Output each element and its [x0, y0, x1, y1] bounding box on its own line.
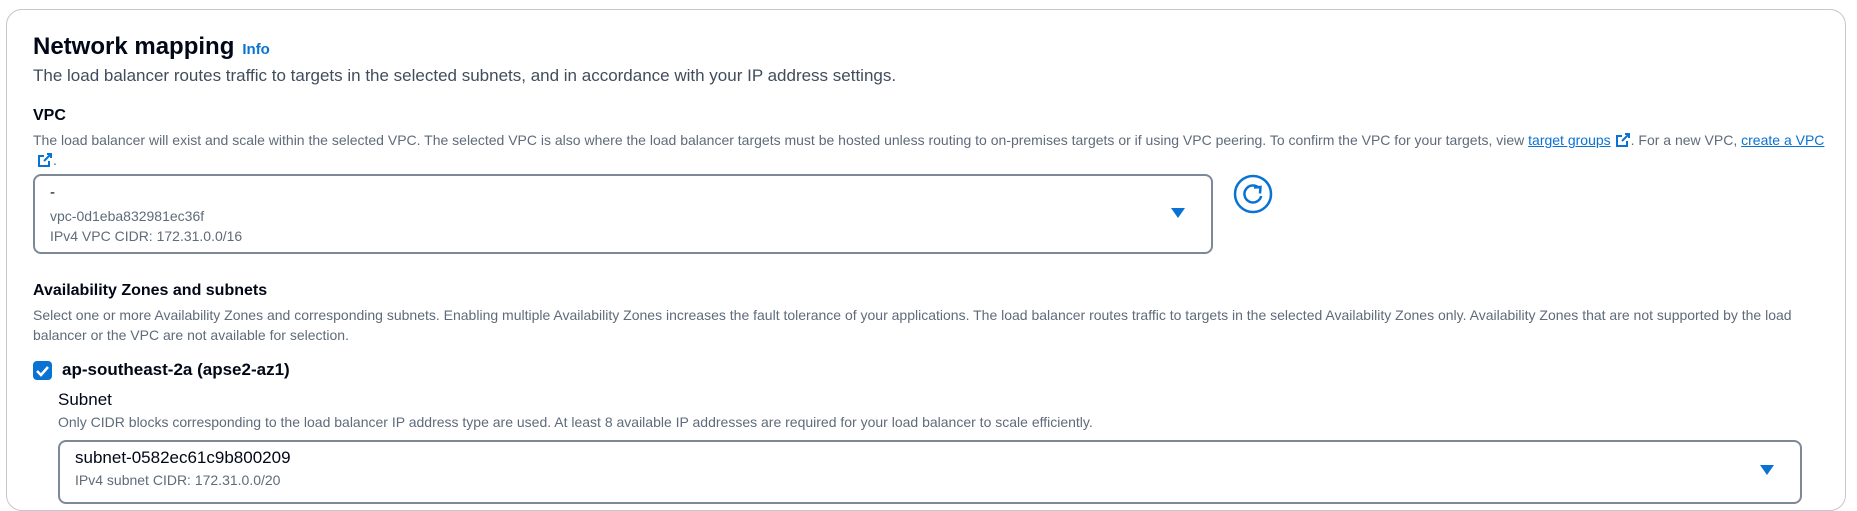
section-description: The load balancer routes traffic to targ… — [33, 66, 897, 85]
az-description: Select one or more Availability Zones an… — [33, 307, 1792, 343]
subnet-id: subnet-0582ec61c9b800209 — [75, 448, 291, 467]
external-link-icon — [38, 153, 52, 167]
subnet-cidr: IPv4 subnet CIDR: 172.31.0.0/20 — [75, 472, 281, 488]
subnet-label: Subnet — [58, 390, 112, 409]
vpc-select[interactable]: - vpc-0d1eba832981ec36f IPv4 VPC CIDR: 1… — [33, 174, 1213, 254]
az-checkbox[interactable] — [33, 361, 52, 380]
vpc-selected-name: - — [50, 184, 55, 201]
section-header: Network mapping Info — [33, 33, 270, 61]
az-name: ap-southeast-2a (apse2-az1) — [62, 360, 290, 379]
section-title: Network mapping — [33, 33, 235, 60]
info-link[interactable]: Info — [242, 41, 270, 58]
refresh-icon[interactable] — [1233, 174, 1273, 214]
vpc-label: VPC — [33, 107, 66, 124]
az-label: Availability Zones and subnets — [33, 282, 268, 299]
vpc-description: The load balancer will exist and scale w… — [33, 132, 1825, 168]
vpc-selected-id: vpc-0d1eba832981ec36f — [50, 208, 205, 224]
external-link-icon — [1615, 133, 1630, 147]
subnet-description: Only CIDR blocks corresponding to the lo… — [58, 414, 1093, 430]
vpc-selected-cidr: IPv4 VPC CIDR: 172.31.0.0/16 — [50, 228, 243, 244]
checkmark-icon — [36, 366, 49, 377]
subnet-select[interactable]: subnet-0582ec61c9b800209 IPv4 subnet CID… — [58, 440, 1802, 504]
caret-down-icon — [1760, 465, 1774, 475]
target-groups-link[interactable]: target groups — [1528, 132, 1631, 148]
caret-down-icon — [1171, 208, 1185, 218]
